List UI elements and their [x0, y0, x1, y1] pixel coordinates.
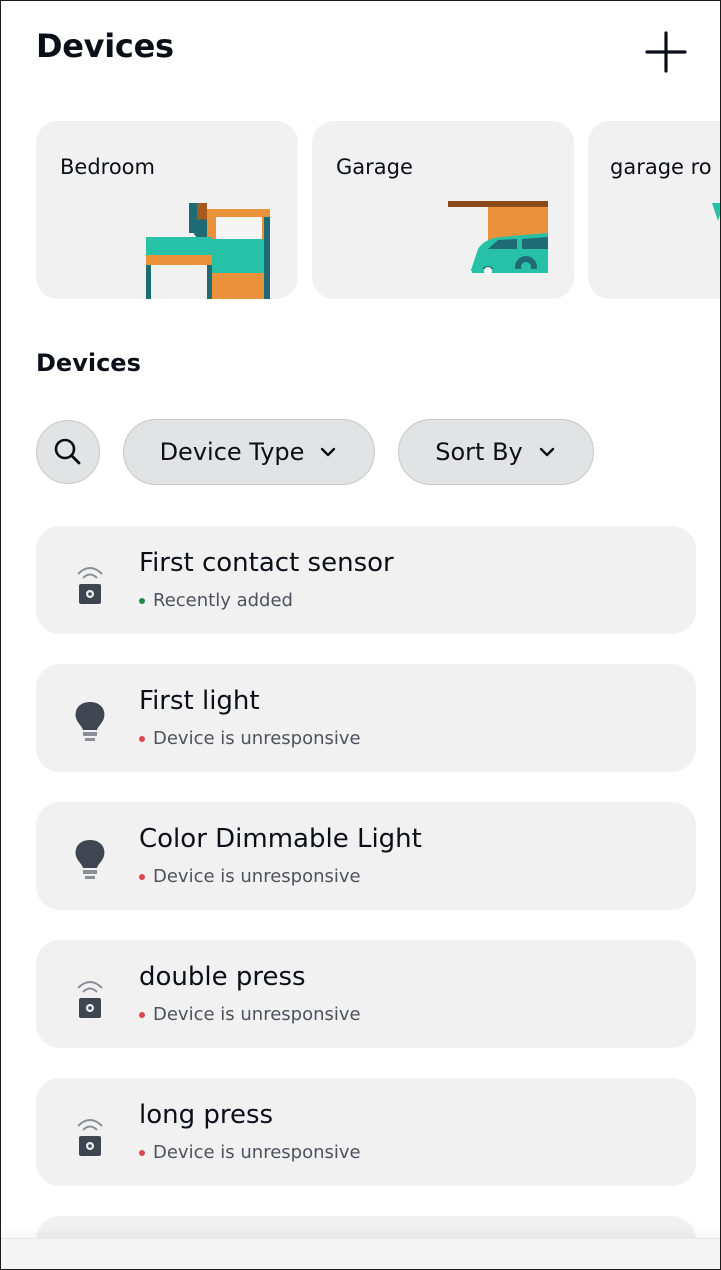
filter-bar: Device Type Sort By [36, 419, 720, 487]
light-bulb-icon [75, 702, 105, 741]
device-status: Device is unresponsive [139, 1142, 361, 1163]
status-text: Device is unresponsive [153, 866, 361, 887]
device-name: First contact sensor [139, 548, 394, 578]
device-card[interactable]: long press Device is unresponsive [36, 1078, 696, 1186]
contact-sensor-icon [77, 981, 103, 1018]
status-text: Device is unresponsive [153, 728, 361, 749]
device-status: Device is unresponsive [139, 1004, 361, 1025]
device-status: Device is unresponsive [139, 728, 361, 749]
bed-illustration [146, 203, 270, 299]
group-card-garage-room[interactable]: garage ro [588, 121, 720, 299]
light-bulb-icon [75, 840, 105, 879]
top-bar: Devices [1, 1, 720, 101]
chevron-down-icon [321, 447, 336, 457]
device-card[interactable]: First contact sensor Recently added [36, 526, 696, 634]
bottom-sheet-edge [1, 1238, 720, 1269]
device-type-filter[interactable]: Device Type [123, 419, 375, 485]
contact-sensor-icon [77, 1119, 103, 1156]
add-device-button[interactable] [641, 29, 691, 75]
device-name: long press [139, 1100, 274, 1130]
status-dot [139, 735, 145, 742]
device-status: Device is unresponsive [139, 866, 361, 887]
status-text: Device is unresponsive [153, 1142, 361, 1163]
device-card[interactable]: double press Device is unresponsive [36, 940, 696, 1048]
room-illustration [712, 203, 720, 221]
contact-sensor-icon [77, 567, 103, 604]
garage-car-illustration [448, 201, 548, 299]
search-button[interactable] [36, 420, 100, 484]
devices-section-title: Devices [36, 349, 141, 377]
app-window: Devices Bedroom Garage garage ro Devices… [0, 0, 721, 1270]
status-dot [139, 1149, 145, 1156]
status-text: Device is unresponsive [153, 1004, 361, 1025]
status-text: Recently added [153, 590, 293, 611]
sort-by-filter[interactable]: Sort By [398, 419, 594, 485]
page-title: Devices [36, 27, 174, 65]
status-dot [139, 597, 145, 604]
group-card-garage[interactable]: Garage [312, 121, 574, 299]
device-card[interactable]: First light Device is unresponsive [36, 664, 696, 772]
status-dot [139, 873, 145, 880]
group-card-bedroom[interactable]: Bedroom [36, 121, 298, 299]
device-card[interactable]: Color Dimmable Light Device is unrespons… [36, 802, 696, 910]
chevron-down-icon [539, 447, 554, 457]
plus-icon [645, 31, 687, 73]
device-name: double press [139, 962, 306, 992]
device-type-label: Device Type [159, 438, 305, 466]
status-dot [139, 1011, 145, 1018]
search-icon [54, 438, 81, 465]
device-name: First light [139, 686, 260, 716]
device-status: Recently added [139, 590, 293, 611]
sort-by-label: Sort By [435, 438, 523, 466]
groups-carousel[interactable]: Bedroom Garage garage ro [36, 121, 720, 299]
device-name: Color Dimmable Light [139, 824, 422, 854]
